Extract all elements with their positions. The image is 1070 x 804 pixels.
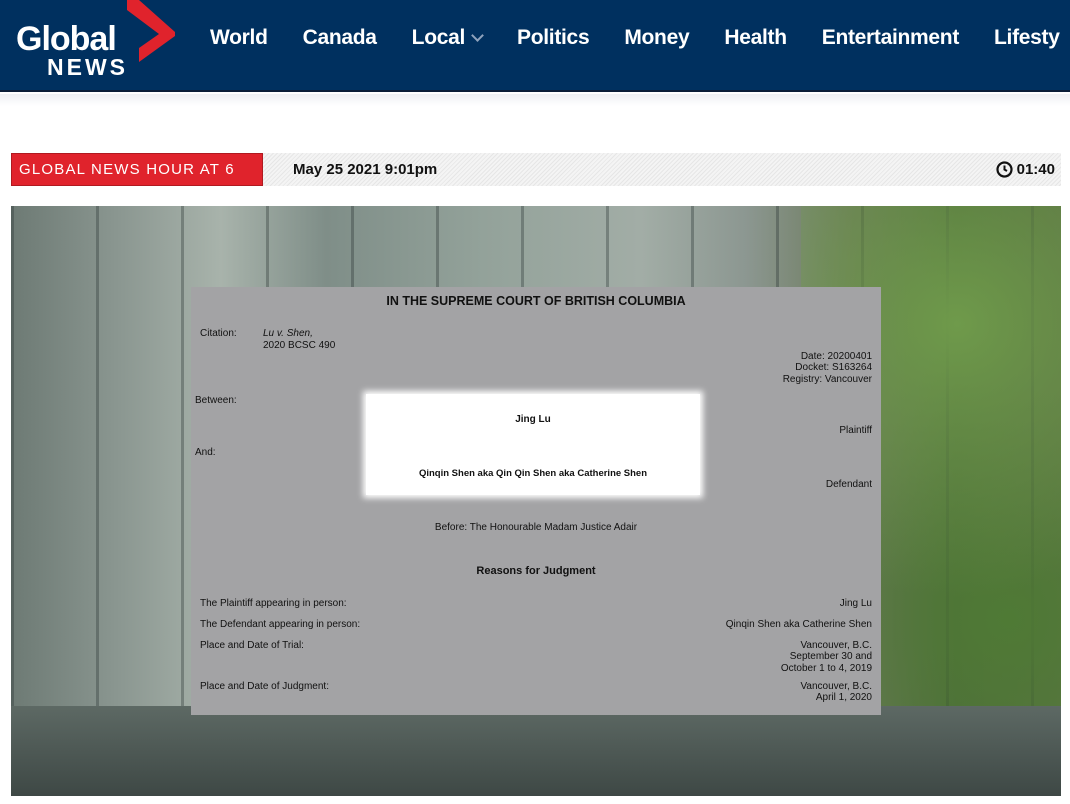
row-label: The Plaintiff appearing in person:: [200, 598, 347, 609]
nav-local-label: Local: [411, 26, 466, 49]
nav-world[interactable]: World: [210, 26, 268, 50]
plaintiff-name: Jing Lu: [515, 414, 551, 425]
row-value: Jing Lu: [839, 598, 872, 609]
document-date: Date: 20200401: [800, 351, 872, 362]
document-docket: Docket: S163264: [795, 362, 872, 373]
row-value: September 30 and: [789, 651, 872, 662]
nav-money[interactable]: Money: [624, 26, 689, 50]
row-label: Place and Date of Trial:: [200, 640, 304, 651]
and-label: And:: [195, 447, 216, 458]
row-value: April 1, 2020: [815, 692, 872, 703]
court-document: IN THE SUPREME COURT OF BRITISH COLUMBIA…: [191, 287, 881, 715]
nav-lifestyle[interactable]: Lifesty: [994, 26, 1060, 50]
global-news-logo[interactable]: Global NEWS: [14, 0, 175, 90]
clock-icon: [996, 161, 1013, 178]
nav-local[interactable]: Local: [411, 26, 484, 50]
document-registry: Registry: Vancouver: [782, 374, 872, 385]
citation-label: Citation:: [200, 328, 237, 339]
citation-name: Lu v. Shen,: [263, 328, 313, 339]
logo-text-bottom: NEWS: [47, 54, 128, 80]
row-value: Vancouver, B.C.: [800, 640, 872, 651]
chevron-down-icon: [471, 29, 484, 42]
document-title: IN THE SUPREME COURT OF BRITISH COLUMBIA: [386, 294, 686, 308]
show-badge[interactable]: GLOBAL NEWS HOUR AT 6 BC: [11, 153, 263, 209]
defendant-name: Qinqin Shen aka Qin Qin Shen aka Catheri…: [418, 468, 648, 479]
duration-text: 01:40: [1016, 161, 1055, 178]
logo-chevron-icon: [127, 0, 175, 62]
row-value: October 1 to 4, 2019: [780, 663, 872, 674]
top-navigation: Global NEWS World Canada Local Politics …: [0, 0, 1070, 92]
row-label: Place and Date of Judgment:: [200, 681, 329, 692]
before-judge: Before: The Honourable Madam Justice Ada…: [434, 522, 638, 533]
party-names-box: Jing Lu Qinqin Shen aka Qin Qin Shen aka…: [366, 394, 700, 495]
row-value: Vancouver, B.C.: [800, 681, 872, 692]
nav-politics[interactable]: Politics: [517, 26, 590, 50]
reasons-heading: Reasons for Judgment: [476, 565, 596, 577]
between-label: Between:: [195, 395, 237, 406]
video-date: May 25 2021 9:01pm: [293, 161, 438, 178]
video-player[interactable]: IN THE SUPREME COURT OF BRITISH COLUMBIA…: [11, 206, 1061, 796]
row-value: Qinqin Shen aka Catherine Shen: [725, 619, 872, 630]
defendant-role: Defendant: [825, 479, 872, 490]
header-shadow: [0, 94, 1070, 106]
nav-canada[interactable]: Canada: [303, 26, 377, 50]
row-label: The Defendant appearing in person:: [200, 619, 361, 630]
video-info-bar: GLOBAL NEWS HOUR AT 6 BC May 25 2021 9:0…: [11, 153, 1061, 209]
video-duration: 01:40: [996, 161, 1055, 178]
video-background-lower: [11, 706, 1061, 796]
citation-ref: 2020 BCSC 490: [263, 340, 336, 351]
nav-health[interactable]: Health: [724, 26, 787, 50]
nav-entertainment[interactable]: Entertainment: [822, 26, 960, 50]
nav-menu: World Canada Local Politics Money Health…: [210, 26, 1070, 50]
plaintiff-role: Plaintiff: [839, 425, 872, 436]
